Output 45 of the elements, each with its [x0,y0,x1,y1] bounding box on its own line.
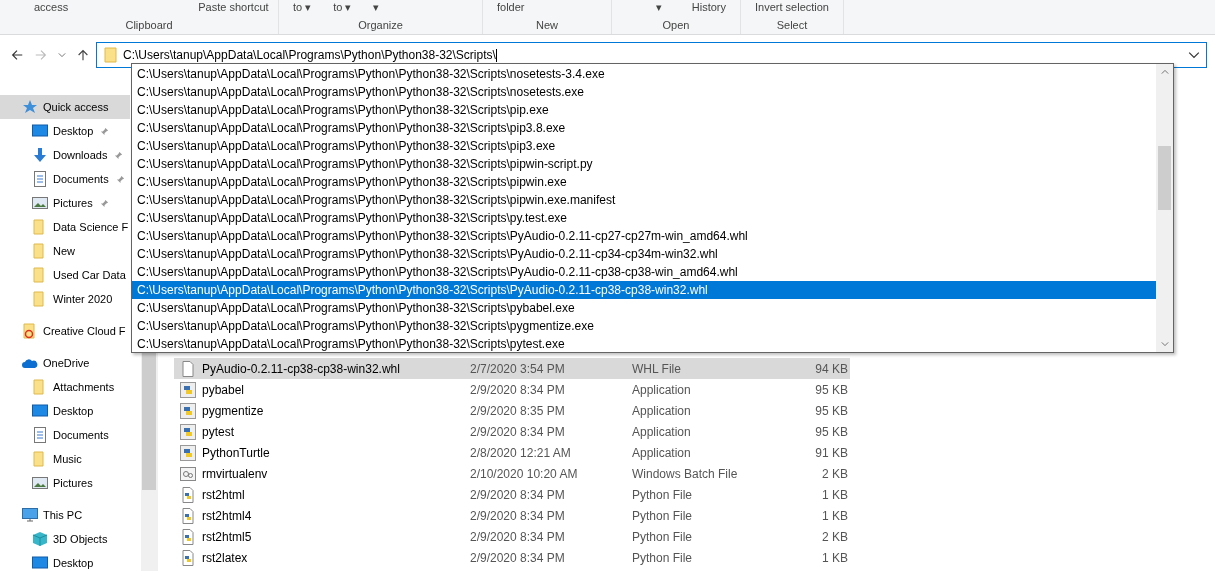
file-type: Application [632,382,692,397]
file-size: 1 KB [821,508,848,523]
file-name: rst2latex [202,550,248,565]
file-name: pytest [202,424,234,439]
ribbon-group-label: Select [775,19,809,33]
ribbon-group-label: Open [661,19,691,33]
file-date: 2/9/2020 8:34 PM [470,424,566,439]
file-size: 1 KB [821,487,848,502]
file-name: rst2html4 [202,508,252,523]
ribbon-group-label: Organize [357,19,404,33]
file-name: rst2html5 [202,529,252,544]
file-date: 2/10/2020 10:20 AM [470,466,579,481]
file-name: pygmentize [202,403,264,418]
file-size: 91 KB [814,445,848,460]
file-name: PythonTurtle [202,445,270,460]
file-type: Application [632,403,692,418]
file-type: Python File [632,529,694,544]
file-type: Application [632,424,692,439]
file-date: 2/9/2020 8:34 PM [470,529,566,544]
file-type: Windows Batch File [632,466,739,481]
ribbon-group-label: New [535,19,559,33]
file-type: Python File [632,487,694,502]
file-name: rmvirtualenv [202,466,268,481]
file-type: WHL File [632,361,682,376]
file-type: Python File [632,550,694,565]
file-date: 2/8/2020 12:21 AM [470,445,572,460]
file-size: 95 KB [814,424,848,439]
file-date: 2/9/2020 8:34 PM [470,508,566,523]
file-date: 2/9/2020 8:34 PM [470,550,566,565]
file-name: PyAudio-0.2.11-cp38-cp38-win32.whl [202,361,400,376]
file-size: 95 KB [814,382,848,397]
file-size: 95 KB [814,403,848,418]
file-type: Python File [632,508,694,523]
file-type: Application [632,445,692,460]
file-size: 2 KB [821,466,848,481]
file-size: 94 KB [814,361,848,376]
file-name: rst2html [202,487,245,502]
file-date: 2/7/2020 3:54 PM [470,361,566,376]
ribbon-group-label: Clipboard [124,19,174,33]
file-date: 2/9/2020 8:34 PM [470,382,566,397]
file-size: 1 KB [821,550,848,565]
file-date: 2/9/2020 8:34 PM [470,487,566,502]
file-size: 2 KB [821,529,848,544]
file-date: 2/9/2020 8:35 PM [470,403,566,418]
file-name: pybabel [202,382,245,397]
